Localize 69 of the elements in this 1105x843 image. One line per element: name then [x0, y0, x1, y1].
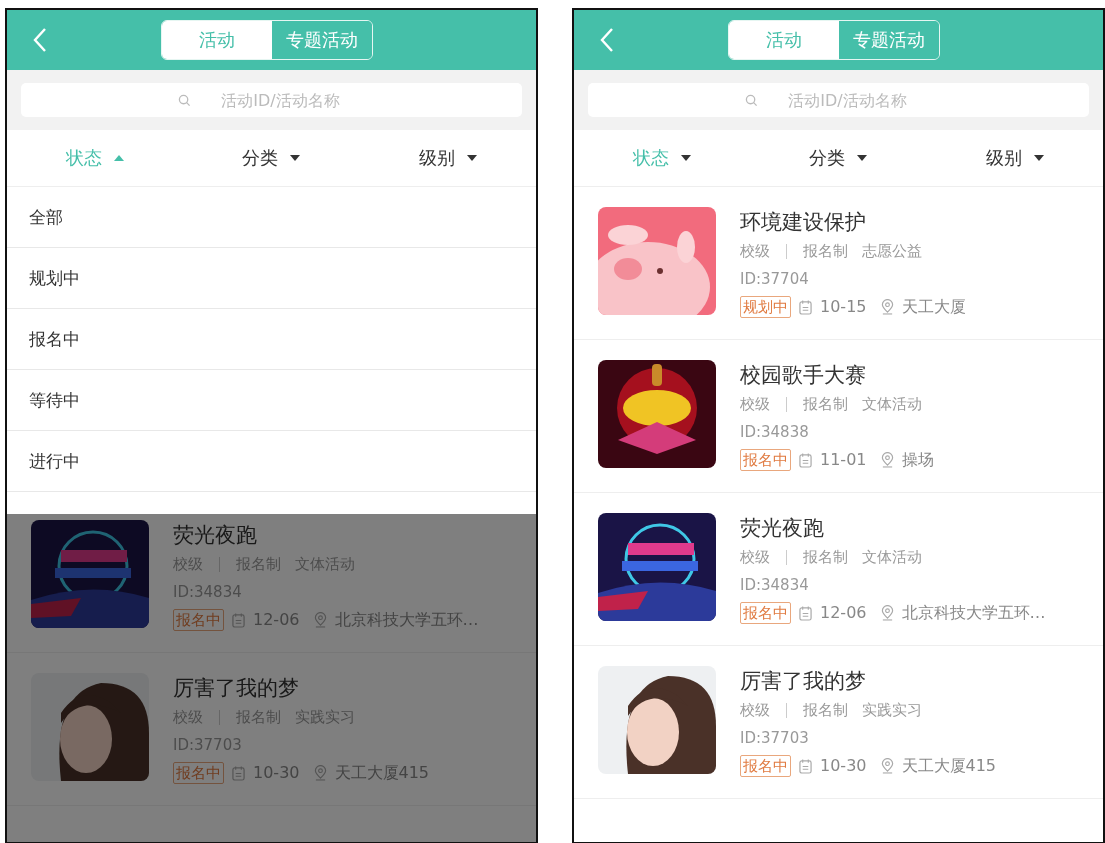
search-field[interactable]: 活动ID/活动名称 — [21, 83, 522, 117]
back-icon[interactable] — [33, 27, 47, 53]
activity-title[interactable]: 校园歌手大赛 — [740, 360, 936, 390]
category-text: 志愿公益 — [862, 241, 922, 262]
status-badge: 规划中 — [740, 296, 791, 318]
activity-id: ID:34834 — [740, 575, 810, 596]
calendar-icon — [799, 605, 812, 621]
date-text: 12-06 — [253, 609, 300, 631]
status-badge: 报名中 — [740, 449, 791, 471]
place-text: 操场 — [901, 449, 934, 471]
caret-down-icon — [681, 155, 692, 161]
calendar-icon — [799, 299, 812, 315]
dropdown-option[interactable]: 全部 — [7, 187, 536, 248]
location-pin-icon — [880, 452, 894, 468]
status-badge: 报名中 — [740, 755, 791, 777]
place-text: 天工大厦415 — [334, 762, 430, 784]
dropdown-option[interactable]: 等待中 — [7, 370, 536, 431]
activity-title[interactable]: 环境建设保护 — [740, 207, 966, 237]
location-pin-icon — [313, 765, 327, 781]
caret-down-icon — [1033, 155, 1044, 161]
level-text: 校级 — [740, 700, 770, 721]
activity-title[interactable]: 荧光夜跑 — [740, 513, 1046, 543]
status-badge: 报名中 — [173, 762, 224, 784]
search-icon — [744, 94, 758, 107]
category-text: 文体活动 — [862, 394, 922, 415]
activity-title[interactable]: 厉害了我的梦 — [173, 673, 430, 703]
date-text: 10-15 — [820, 296, 867, 318]
place-text: 北京科技大学五环… — [334, 609, 479, 631]
activity-id: ID:34838 — [740, 422, 810, 443]
level-text: 校级 — [740, 547, 770, 568]
location-pin-icon — [880, 605, 894, 621]
signup-text: 报名制 — [803, 394, 848, 415]
activity-title[interactable]: 厉害了我的梦 — [740, 666, 997, 696]
activity-id: ID:37704 — [740, 269, 810, 290]
activity-id: ID:37703 — [740, 728, 810, 749]
level-text: 校级 — [740, 394, 770, 415]
location-pin-icon — [880, 758, 894, 774]
signup-text: 报名制 — [803, 241, 848, 262]
dropdown-option[interactable]: 进行中 — [7, 431, 536, 492]
search-icon — [177, 94, 191, 107]
calendar-icon — [232, 765, 245, 781]
calendar-icon — [232, 612, 245, 628]
calendar-icon — [799, 758, 812, 774]
status-badge: 报名中 — [740, 602, 791, 624]
date-text: 10-30 — [253, 762, 300, 784]
activity-title[interactable]: 荧光夜跑 — [173, 520, 479, 550]
calendar-icon — [799, 452, 812, 468]
search-field[interactable]: 活动ID/活动名称 — [588, 83, 1089, 117]
date-text: 10-30 — [820, 755, 867, 777]
category-text: 实践实习 — [862, 700, 922, 721]
location-pin-icon — [313, 612, 327, 628]
dropdown-option[interactable]: 报名中 — [7, 309, 536, 370]
place-text: 天工大厦415 — [901, 755, 997, 777]
caret-down-icon — [290, 155, 301, 161]
caret-down-icon — [857, 155, 868, 161]
category-text: 文体活动 — [862, 547, 922, 568]
date-text: 12-06 — [820, 602, 867, 624]
level-text: 校级 — [740, 241, 770, 262]
place-text: 北京科技大学五环… — [901, 602, 1046, 624]
location-pin-icon — [880, 299, 894, 315]
back-icon[interactable] — [600, 27, 614, 53]
status-badge: 报名中 — [173, 609, 224, 631]
caret-down-icon — [466, 155, 477, 161]
dropdown-option[interactable]: 规划中 — [7, 248, 536, 309]
place-text: 天工大厦 — [901, 296, 966, 318]
signup-text: 报名制 — [803, 547, 848, 568]
date-text: 11-01 — [820, 449, 867, 471]
caret-up-icon — [114, 155, 125, 161]
signup-text: 报名制 — [803, 700, 848, 721]
